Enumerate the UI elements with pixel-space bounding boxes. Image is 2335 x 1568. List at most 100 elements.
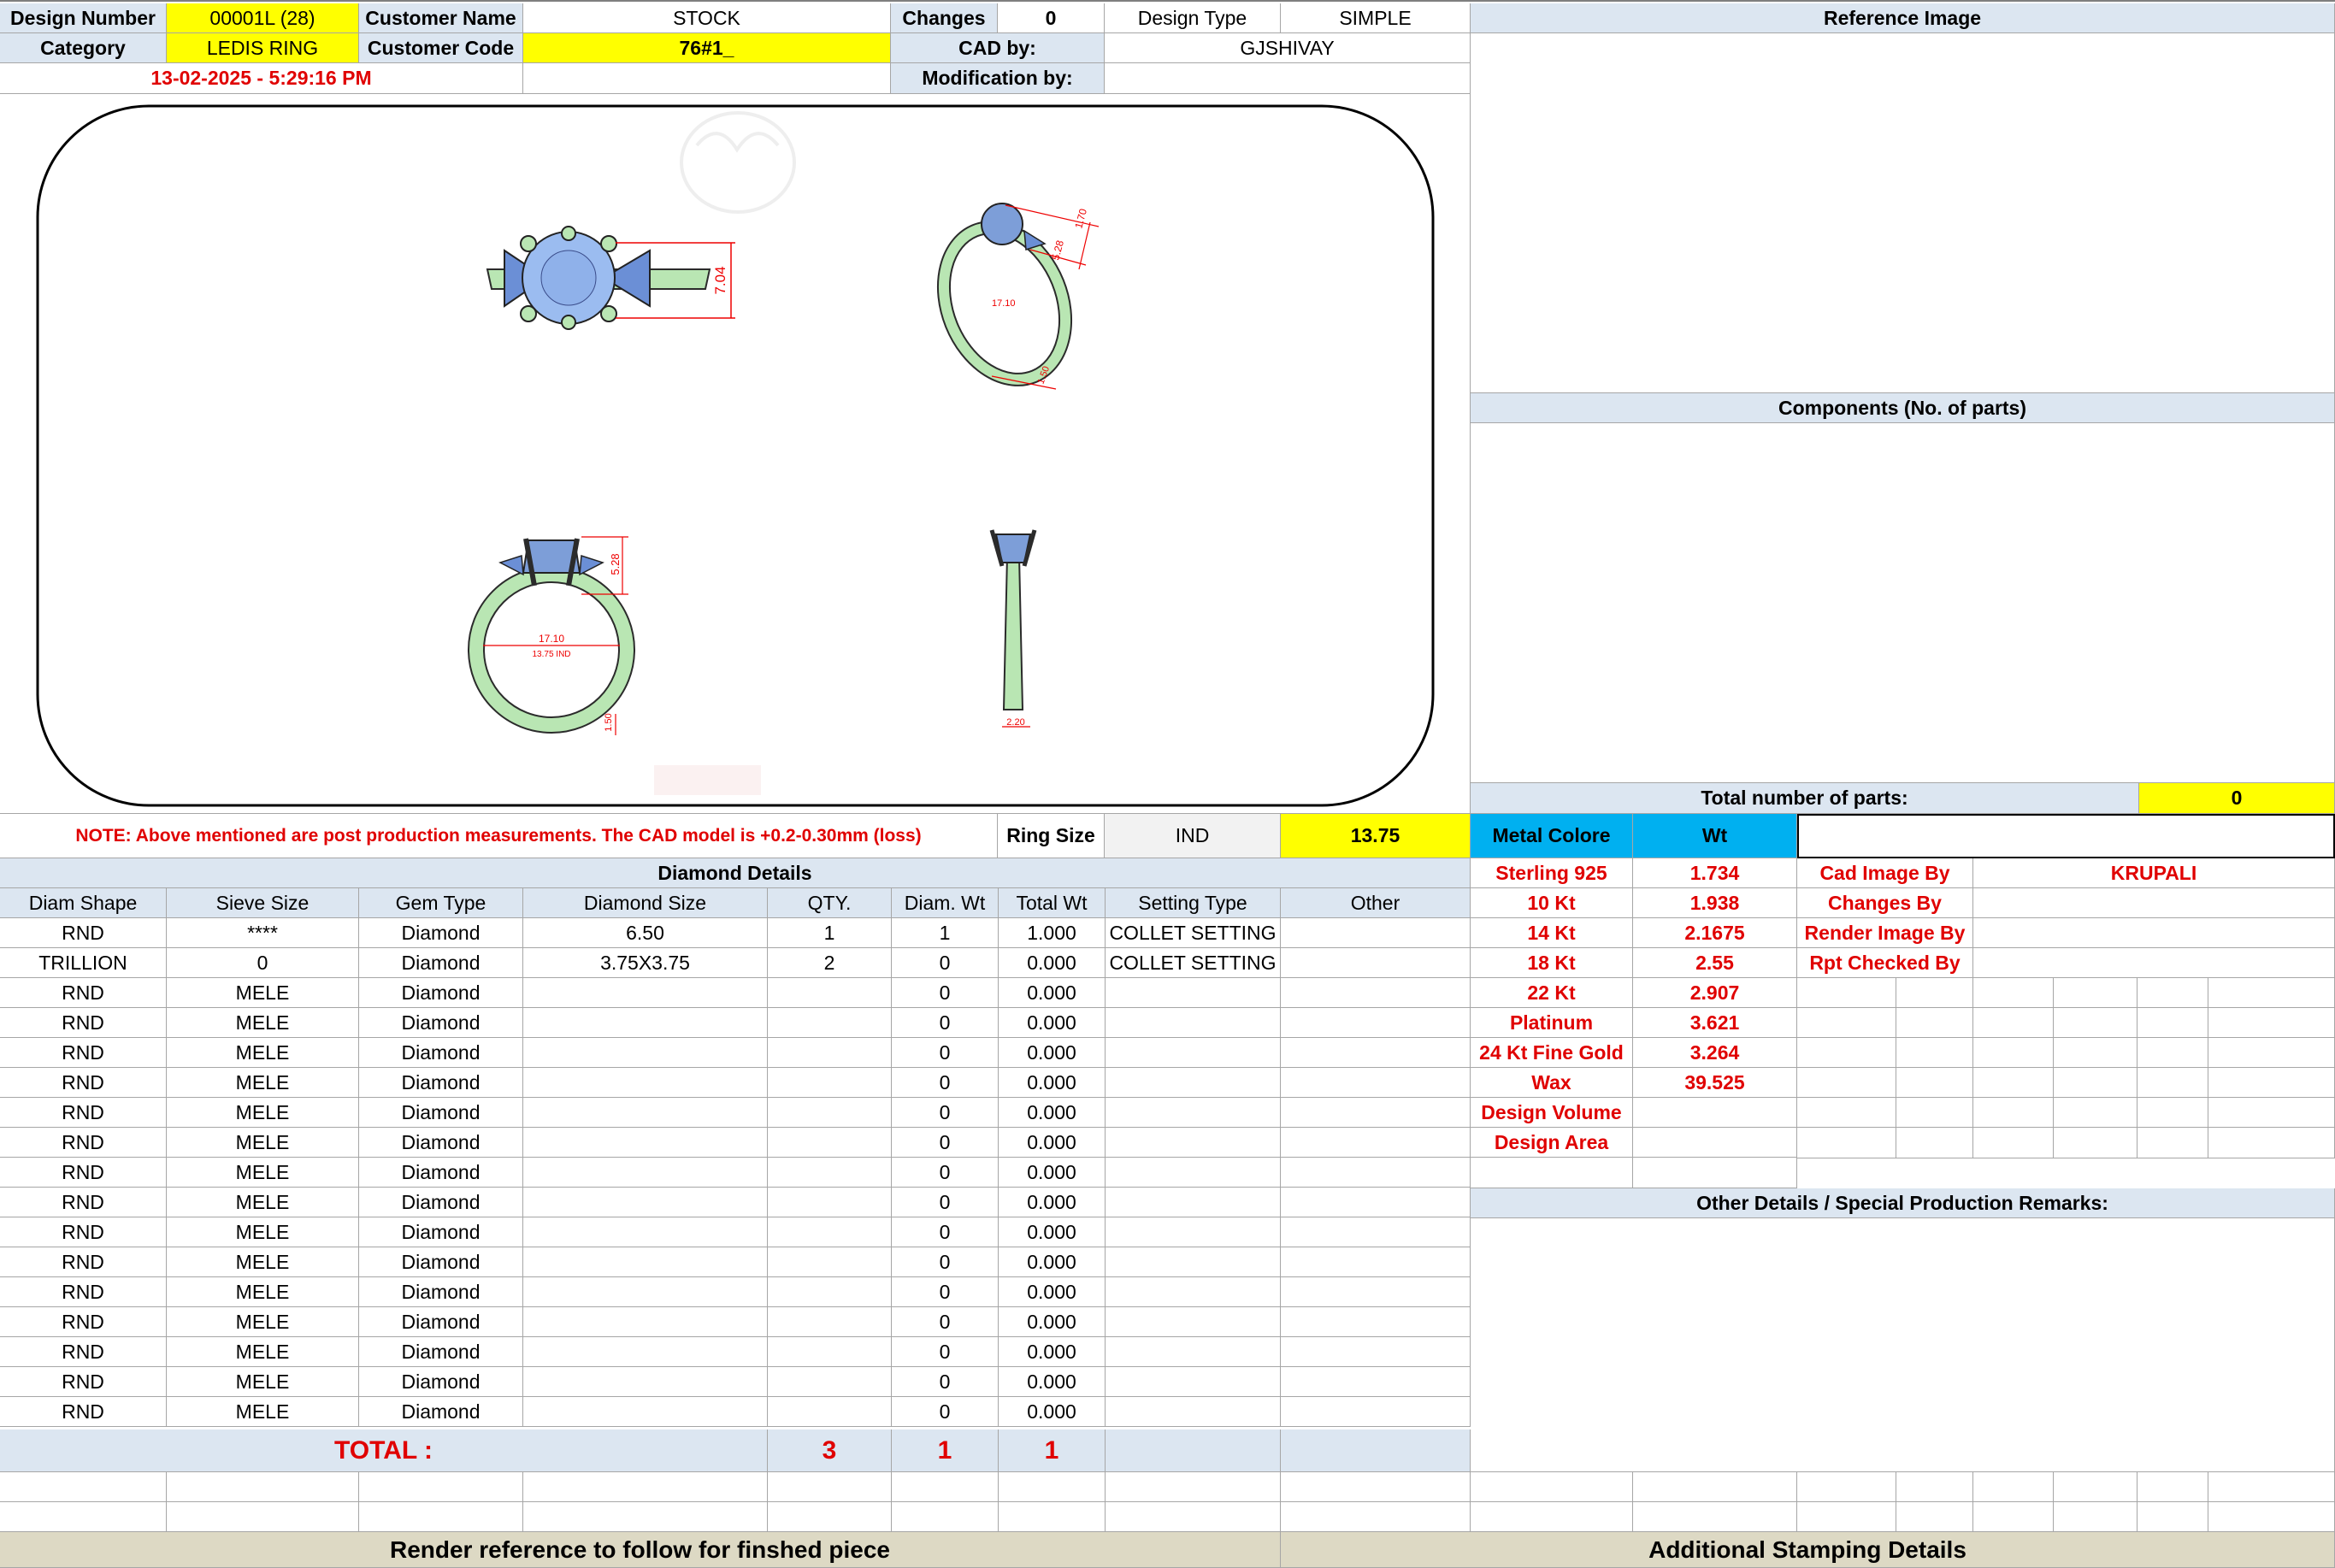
design-type-value[interactable]: SIMPLE	[1281, 3, 1471, 33]
diamond-cell-setting-type[interactable]	[1106, 1038, 1281, 1068]
diamond-cell-total-wt[interactable]: 0.000	[999, 978, 1106, 1008]
metal-weight[interactable]: 39.525	[1633, 1068, 1797, 1098]
blank-cell[interactable]	[1797, 978, 1896, 1008]
diamond-cell-setting-type[interactable]	[1106, 1098, 1281, 1128]
blank-cell[interactable]	[2208, 1008, 2335, 1038]
blank-cell[interactable]	[2137, 1502, 2208, 1532]
diamond-cell-sieve-size[interactable]: MELE	[167, 1397, 359, 1427]
diamond-cell-sieve-size[interactable]: MELE	[167, 1277, 359, 1307]
diamond-cell-qty[interactable]	[768, 1038, 892, 1068]
blank-cell[interactable]	[2208, 978, 2335, 1008]
diamond-cell-setting-type[interactable]	[1106, 978, 1281, 1008]
diamond-cell-total-wt[interactable]: 0.000	[999, 1098, 1106, 1128]
diamond-cell-gem-type[interactable]: Diamond	[359, 1367, 523, 1397]
diamond-cell-diamond-size[interactable]	[523, 1128, 768, 1158]
category-value[interactable]: LEDIS RING	[167, 33, 359, 63]
blank-cell[interactable]	[2054, 1472, 2137, 1502]
blank-cell[interactable]	[1633, 1502, 1797, 1532]
diamond-cell-diamond-size[interactable]	[523, 1217, 768, 1247]
diamond-cell-diamond-size[interactable]: 6.50	[523, 918, 768, 948]
blank-cell[interactable]	[1281, 1472, 1471, 1502]
diamond-cell-sieve-size[interactable]: MELE	[167, 1158, 359, 1188]
diamond-cell-total-wt[interactable]: 0.000	[999, 1247, 1106, 1277]
blank-cell[interactable]	[2054, 1098, 2137, 1128]
diamond-cell-setting-type[interactable]: COLLET SETTING	[1106, 948, 1281, 978]
diamond-cell-diamond-size[interactable]	[523, 1038, 768, 1068]
diamond-cell-diamond-size[interactable]	[523, 1247, 768, 1277]
diamond-cell-diam-wt[interactable]: 0	[892, 978, 999, 1008]
blank-cell[interactable]	[1973, 1068, 2054, 1098]
diamond-cell-shape[interactable]: RND	[0, 1277, 167, 1307]
diamond-cell-total-wt[interactable]: 0.000	[999, 1128, 1106, 1158]
blank-cell[interactable]	[2208, 1068, 2335, 1098]
total-parts-value[interactable]: 0	[2139, 783, 2335, 814]
diamond-cell-gem-type[interactable]: Diamond	[359, 1128, 523, 1158]
diamond-cell-shape[interactable]: RND	[0, 1128, 167, 1158]
diamond-cell-gem-type[interactable]: Diamond	[359, 1158, 523, 1188]
modification-by-value[interactable]	[1105, 63, 1471, 94]
diamond-cell-sieve-size[interactable]: MELE	[167, 1188, 359, 1217]
blank-cell[interactable]	[999, 1472, 1106, 1502]
diamond-cell-diam-wt[interactable]: 0	[892, 1337, 999, 1367]
diamond-cell-setting-type[interactable]	[1106, 1217, 1281, 1247]
blank-cell[interactable]	[1797, 1502, 1896, 1532]
diamond-cell-diam-wt[interactable]: 0	[892, 1307, 999, 1337]
blank-cell[interactable]	[1973, 1098, 2054, 1128]
customer-name-value[interactable]: STOCK	[523, 3, 891, 33]
diamond-cell-other[interactable]	[1281, 1247, 1471, 1277]
blank-cell[interactable]	[1896, 1472, 1973, 1502]
blank-cell[interactable]	[0, 1472, 167, 1502]
diamond-cell-qty[interactable]	[768, 1128, 892, 1158]
blank-cell[interactable]	[2054, 1008, 2137, 1038]
diamond-cell-diamond-size[interactable]	[523, 1277, 768, 1307]
metal-weight[interactable]	[1633, 1098, 1797, 1128]
diamond-cell-qty[interactable]	[768, 1277, 892, 1307]
diamond-cell-qty[interactable]	[768, 1397, 892, 1427]
diamond-cell-sieve-size[interactable]: MELE	[167, 1038, 359, 1068]
diamond-cell-gem-type[interactable]: Diamond	[359, 1247, 523, 1277]
diamond-cell-other[interactable]	[1281, 1217, 1471, 1247]
diamond-cell-qty[interactable]	[768, 1217, 892, 1247]
person-name[interactable]	[1973, 888, 2335, 918]
blank-cell[interactable]	[359, 1502, 523, 1532]
diamond-cell-sieve-size[interactable]: MELE	[167, 1247, 359, 1277]
blank-cell[interactable]	[892, 1472, 999, 1502]
design-number-value[interactable]: 00001L (28)	[167, 3, 359, 33]
diamond-cell-gem-type[interactable]: Diamond	[359, 1277, 523, 1307]
diamond-cell-setting-type[interactable]	[1106, 1158, 1281, 1188]
diamond-cell-shape[interactable]: RND	[0, 1038, 167, 1068]
diamond-cell-sieve-size[interactable]: ****	[167, 918, 359, 948]
blank-cell[interactable]	[359, 1472, 523, 1502]
blank-cell[interactable]	[1797, 1038, 1896, 1068]
diamond-cell-diamond-size[interactable]	[523, 1307, 768, 1337]
diamond-cell-other[interactable]	[1281, 978, 1471, 1008]
diamond-cell-sieve-size[interactable]: MELE	[167, 1068, 359, 1098]
diamond-cell-qty[interactable]	[768, 1247, 892, 1277]
blank-cell[interactable]	[1896, 1068, 1973, 1098]
blank-cell[interactable]	[1973, 978, 2054, 1008]
diamond-cell-qty[interactable]	[768, 1367, 892, 1397]
diamond-cell-qty[interactable]	[768, 1337, 892, 1367]
blank-cell[interactable]	[2054, 1068, 2137, 1098]
blank-cell[interactable]	[167, 1472, 359, 1502]
diamond-cell-diam-wt[interactable]: 0	[892, 1158, 999, 1188]
blank-cell[interactable]	[1471, 1472, 1633, 1502]
diamond-cell-sieve-size[interactable]: 0	[167, 948, 359, 978]
diamond-cell-setting-type[interactable]	[1106, 1247, 1281, 1277]
diamond-cell-setting-type[interactable]	[1106, 1397, 1281, 1427]
diamond-cell-setting-type[interactable]: COLLET SETTING	[1106, 918, 1281, 948]
diamond-cell-other[interactable]	[1281, 1128, 1471, 1158]
blank-cell[interactable]	[2208, 1038, 2335, 1068]
diamond-cell-total-wt[interactable]: 0.000	[999, 1277, 1106, 1307]
blank-cell[interactable]	[1896, 1038, 1973, 1068]
blank-cell[interactable]	[1471, 1502, 1633, 1532]
diamond-cell-other[interactable]	[1281, 948, 1471, 978]
diamond-cell-setting-type[interactable]	[1106, 1188, 1281, 1217]
person-name[interactable]	[1973, 948, 2335, 978]
diamond-cell-gem-type[interactable]: Diamond	[359, 918, 523, 948]
diamond-cell-setting-type[interactable]	[1106, 1128, 1281, 1158]
diamond-cell-shape[interactable]: RND	[0, 1188, 167, 1217]
diamond-cell-other[interactable]	[1281, 1277, 1471, 1307]
diamond-cell-other[interactable]	[1281, 1397, 1471, 1427]
blank-cell[interactable]	[2137, 1008, 2208, 1038]
